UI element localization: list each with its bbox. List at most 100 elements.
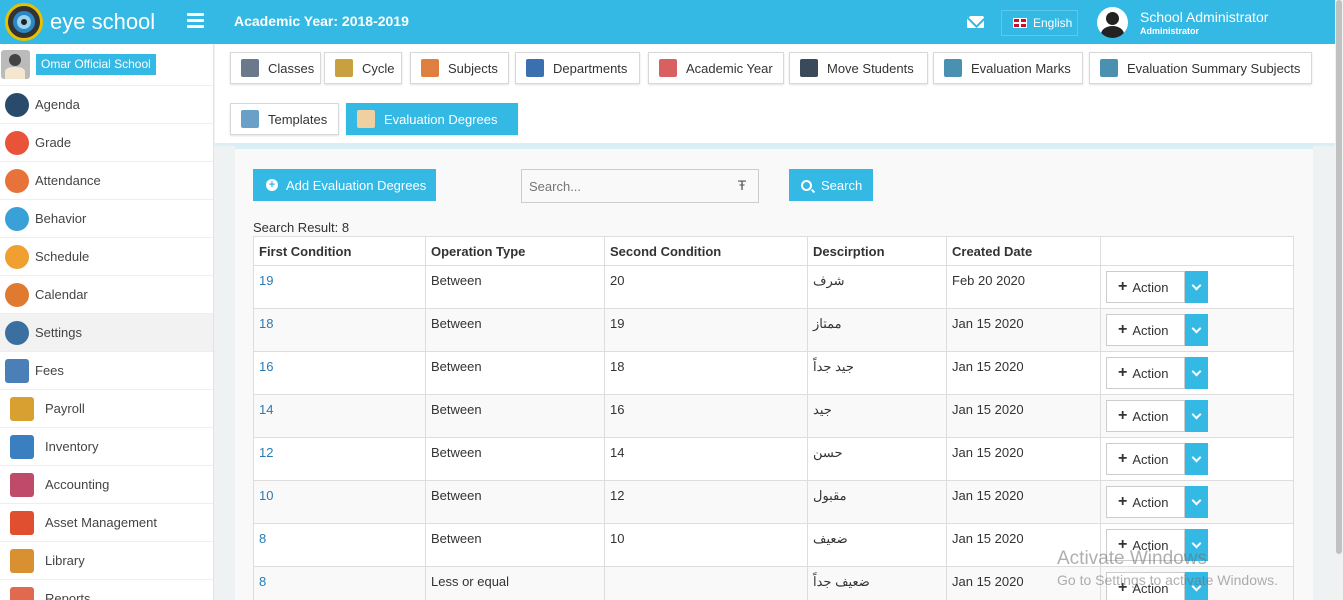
tab-academic-year[interactable]: Academic Year: [648, 52, 784, 84]
page-scrollbar[interactable]: [1335, 0, 1343, 600]
action-button[interactable]: + Action: [1106, 271, 1185, 303]
evaluation-degrees-panel: + Add Evaluation Degrees Ŧ Search Search…: [235, 146, 1313, 600]
evaluation-degrees-icon: [357, 110, 375, 128]
column-header[interactable]: Second Condition: [604, 236, 808, 266]
operation-type-cell: Between: [425, 437, 605, 481]
tab-cycle[interactable]: Cycle: [324, 52, 402, 84]
sidebar-item-label: Schedule: [35, 249, 90, 264]
text-format-icon: Ŧ: [737, 177, 747, 193]
sidebar-item-accounting[interactable]: Accounting: [0, 466, 213, 504]
plus-icon: +: [1118, 278, 1128, 295]
action-cell: + Action: [1100, 480, 1294, 524]
action-button-group: + Action: [1106, 271, 1288, 303]
tab-label: Classes: [268, 60, 315, 76]
eye-school-logo-icon[interactable]: [5, 3, 43, 41]
first-condition-link[interactable]: 8: [253, 523, 426, 567]
main-content: Classes Cycle Subjects Departments Academic …: [215, 44, 1335, 600]
sidebar-item-asset-management[interactable]: Asset Management: [0, 504, 213, 542]
sidebar-item-label: Payroll: [45, 401, 85, 416]
search-input[interactable]: [521, 169, 759, 203]
sidebar-item-reports[interactable]: Reports: [0, 580, 213, 600]
sidebar-item-settings[interactable]: Settings: [0, 314, 213, 352]
chevron-down-icon[interactable]: [1185, 271, 1208, 303]
tab-departments[interactable]: Departments: [515, 52, 640, 84]
sidebar-item-fees[interactable]: Fees: [0, 352, 213, 390]
table-row: 16 Between 18 جيد جداً Jan 15 2020 + Action: [253, 351, 1294, 395]
sidebar-item-schedule[interactable]: Schedule: [0, 238, 213, 276]
asset-management-icon: [10, 510, 34, 535]
created-date-cell: Jan 15 2020: [946, 351, 1101, 395]
tab-templates[interactable]: Templates: [230, 103, 339, 135]
tab-evaluation-marks[interactable]: Evaluation Marks: [933, 52, 1083, 84]
first-condition-link[interactable]: 19: [253, 265, 426, 309]
school-name-badge[interactable]: Omar Official School: [36, 54, 156, 75]
chevron-down-icon[interactable]: [1185, 443, 1208, 475]
sidebar-item-inventory[interactable]: Inventory: [0, 428, 213, 466]
tab-subjects[interactable]: Subjects: [410, 52, 509, 84]
mail-icon[interactable]: [967, 16, 984, 28]
created-date-cell: Jan 15 2020: [946, 308, 1101, 352]
action-button-group: + Action: [1106, 486, 1288, 518]
user-avatar-icon[interactable]: [1097, 7, 1128, 38]
tab-evaluation-summary-subjects[interactable]: Evaluation Summary Subjects: [1089, 52, 1312, 84]
first-condition-link[interactable]: 8: [253, 566, 426, 600]
chevron-down-icon[interactable]: [1185, 314, 1208, 346]
description-cell: شرف: [807, 265, 947, 309]
chevron-down-icon[interactable]: [1185, 357, 1208, 389]
column-header[interactable]: Descirption: [807, 236, 947, 266]
evaluation-degrees-table: First Condition Operation Type Second Co…: [253, 236, 1294, 600]
sidebar-item-attendance[interactable]: Attendance: [0, 162, 213, 200]
sidebar-item-agenda[interactable]: Agenda: [0, 86, 213, 124]
action-button[interactable]: + Action: [1106, 486, 1185, 518]
activate-windows-subtitle: Go to Settings to activate Windows.: [1057, 572, 1278, 588]
scrollbar-thumb[interactable]: [1336, 0, 1342, 554]
second-condition-cell: [604, 566, 808, 600]
first-condition-link[interactable]: 14: [253, 394, 426, 438]
first-condition-link[interactable]: 10: [253, 480, 426, 524]
attendance-icon: [5, 168, 29, 193]
column-header[interactable]: Operation Type: [425, 236, 605, 266]
tab-move-students[interactable]: Move Students: [789, 52, 928, 84]
schedule-icon: [5, 244, 29, 269]
chevron-down-icon[interactable]: [1185, 486, 1208, 518]
language-label: English: [1033, 16, 1073, 30]
add-evaluation-degrees-button[interactable]: + Add Evaluation Degrees: [253, 169, 436, 201]
chevron-down-icon[interactable]: [1185, 400, 1208, 432]
second-condition-cell: 12: [604, 480, 808, 524]
sidebar-item-library[interactable]: Library: [0, 542, 213, 580]
sidebar-item-label: Asset Management: [45, 515, 158, 530]
description-cell: حسن: [807, 437, 947, 481]
search-button[interactable]: Search: [789, 169, 873, 201]
table-header-row: First Condition Operation Type Second Co…: [253, 236, 1294, 266]
tab-label: Evaluation Marks: [971, 60, 1071, 76]
action-button[interactable]: + Action: [1106, 400, 1185, 432]
action-button[interactable]: + Action: [1106, 443, 1185, 475]
action-cell: + Action: [1100, 437, 1294, 481]
column-header[interactable]: First Condition: [253, 236, 426, 266]
sidebar-item-label: Settings: [35, 325, 82, 340]
reports-icon: [10, 586, 34, 600]
tab-classes[interactable]: Classes: [230, 52, 321, 84]
action-label: Action: [1132, 322, 1169, 338]
first-condition-link[interactable]: 18: [253, 308, 426, 352]
library-icon: [10, 548, 34, 573]
action-button[interactable]: + Action: [1106, 314, 1185, 346]
action-label: Action: [1132, 408, 1169, 424]
user-name[interactable]: School Administrator: [1140, 9, 1268, 25]
plus-icon: +: [1118, 364, 1128, 381]
tab-evaluation-degrees[interactable]: Evaluation Degrees: [346, 103, 518, 135]
settings-icon: [5, 320, 29, 345]
sidebar-item-behavior[interactable]: Behavior: [0, 200, 213, 238]
table-row: 19 Between 20 شرف Feb 20 2020 + Action: [253, 265, 1294, 309]
column-header[interactable]: Created Date: [946, 236, 1101, 266]
language-selector[interactable]: English: [1001, 10, 1078, 36]
action-button[interactable]: + Action: [1106, 357, 1185, 389]
sidebar-item-grade[interactable]: Grade: [0, 124, 213, 162]
menu-toggle-icon[interactable]: [187, 13, 204, 28]
sidebar-item-calendar[interactable]: Calendar: [0, 276, 213, 314]
tab-label: Templates: [268, 111, 328, 127]
sidebar-item-payroll[interactable]: Payroll: [0, 390, 213, 428]
first-condition-link[interactable]: 16: [253, 351, 426, 395]
first-condition-link[interactable]: 12: [253, 437, 426, 481]
activate-windows-title: Activate Windows: [1057, 548, 1207, 569]
